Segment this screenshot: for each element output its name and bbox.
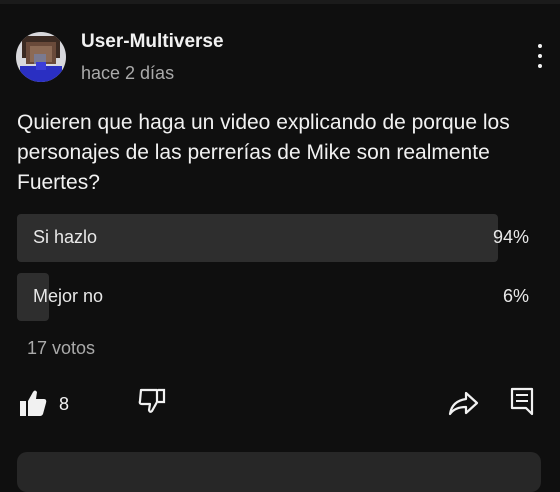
share-icon bbox=[448, 391, 479, 416]
poll-option-percent: 6% bbox=[502, 286, 529, 306]
poll-option-mejor-no[interactable]: Mejor no 6% bbox=[17, 273, 529, 321]
comment-box[interactable] bbox=[17, 452, 541, 492]
dislike-button[interactable] bbox=[137, 386, 167, 416]
more-vert-icon[interactable] bbox=[534, 44, 546, 68]
like-count: 8 bbox=[59, 394, 70, 414]
poll-option-label: Mejor no bbox=[33, 286, 104, 306]
vote-count: 17 votos bbox=[27, 338, 96, 358]
avatar[interactable] bbox=[16, 32, 66, 82]
avatar-image bbox=[16, 32, 66, 82]
author-name[interactable]: User-Multiverse bbox=[81, 31, 224, 53]
poll-option-label: Si hazlo bbox=[33, 227, 98, 247]
reply-icon bbox=[510, 387, 534, 416]
post-timestamp: hace 2 días bbox=[81, 63, 175, 83]
share-button[interactable] bbox=[447, 388, 479, 418]
thumbs-up-icon bbox=[20, 390, 47, 416]
reply-button[interactable] bbox=[508, 386, 536, 416]
post-text: Quieren que haga un video explicando de … bbox=[17, 111, 510, 194]
poll-option-percent: 94% bbox=[492, 227, 529, 247]
like-button[interactable] bbox=[18, 388, 48, 418]
thumbs-down-icon bbox=[138, 388, 166, 413]
poll-option-si-hazlo[interactable]: Si hazlo 94% bbox=[17, 214, 529, 262]
top-divider bbox=[0, 0, 560, 4]
